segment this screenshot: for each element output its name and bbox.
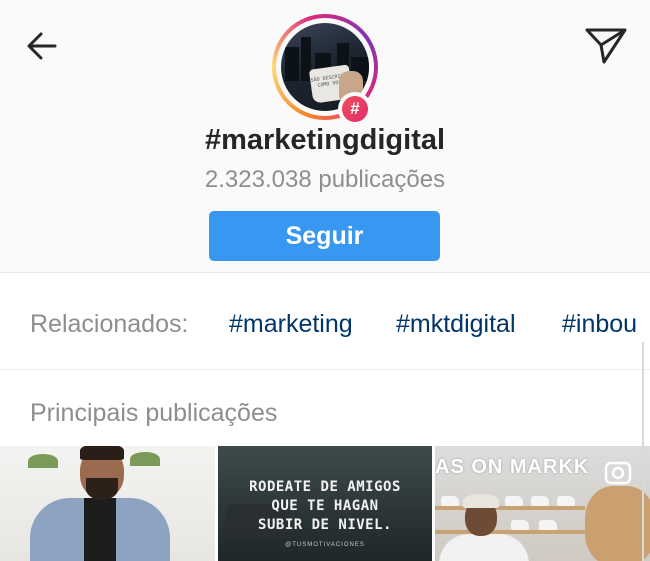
- follow-button[interactable]: Seguir: [209, 211, 440, 261]
- post-credit: @TUSMOTIVACIONES: [285, 542, 365, 548]
- video-camera-icon: [604, 461, 632, 485]
- top-posts-grid: RODEATE DE AMIGOS QUE TE HAGAN SUBIR DE …: [0, 446, 650, 561]
- hashtag-icon: #: [342, 96, 368, 122]
- hashtag-header: SÃO DESCRITOS COMO VOCÊ # #marketingdigi…: [0, 0, 650, 273]
- paper-plane-icon: [585, 28, 627, 64]
- post-thumbnail[interactable]: AS ON MARKK: [435, 446, 650, 561]
- related-tag-inbound[interactable]: #inbou: [562, 310, 637, 339]
- post-thumbnail[interactable]: RODEATE DE AMIGOS QUE TE HAGAN SUBIR DE …: [218, 446, 432, 561]
- related-tag-mktdigital[interactable]: #mktdigital: [396, 310, 516, 339]
- top-posts-title: Principais publicações: [30, 399, 278, 427]
- post-count: 2.323.038 publicações: [204, 166, 446, 193]
- store-sign: AS ON MARKK: [435, 456, 590, 478]
- related-tag-marketing[interactable]: #marketing: [229, 310, 353, 339]
- related-hashtags: Relacionados: #marketing #mktdigital #in…: [0, 274, 650, 370]
- post-quote-text: RODEATE DE AMIGOS QUE TE HAGAN SUBIR DE …: [249, 479, 401, 533]
- arrow-left-icon: [27, 32, 57, 60]
- page-title: #marketingdigital: [204, 124, 446, 156]
- back-button[interactable]: [22, 26, 62, 66]
- related-label: Relacionados:: [30, 310, 189, 338]
- share-button[interactable]: [582, 22, 630, 70]
- scrollbar[interactable]: [642, 342, 644, 561]
- hashtag-badge: #: [338, 92, 372, 126]
- post-thumbnail[interactable]: [0, 446, 215, 561]
